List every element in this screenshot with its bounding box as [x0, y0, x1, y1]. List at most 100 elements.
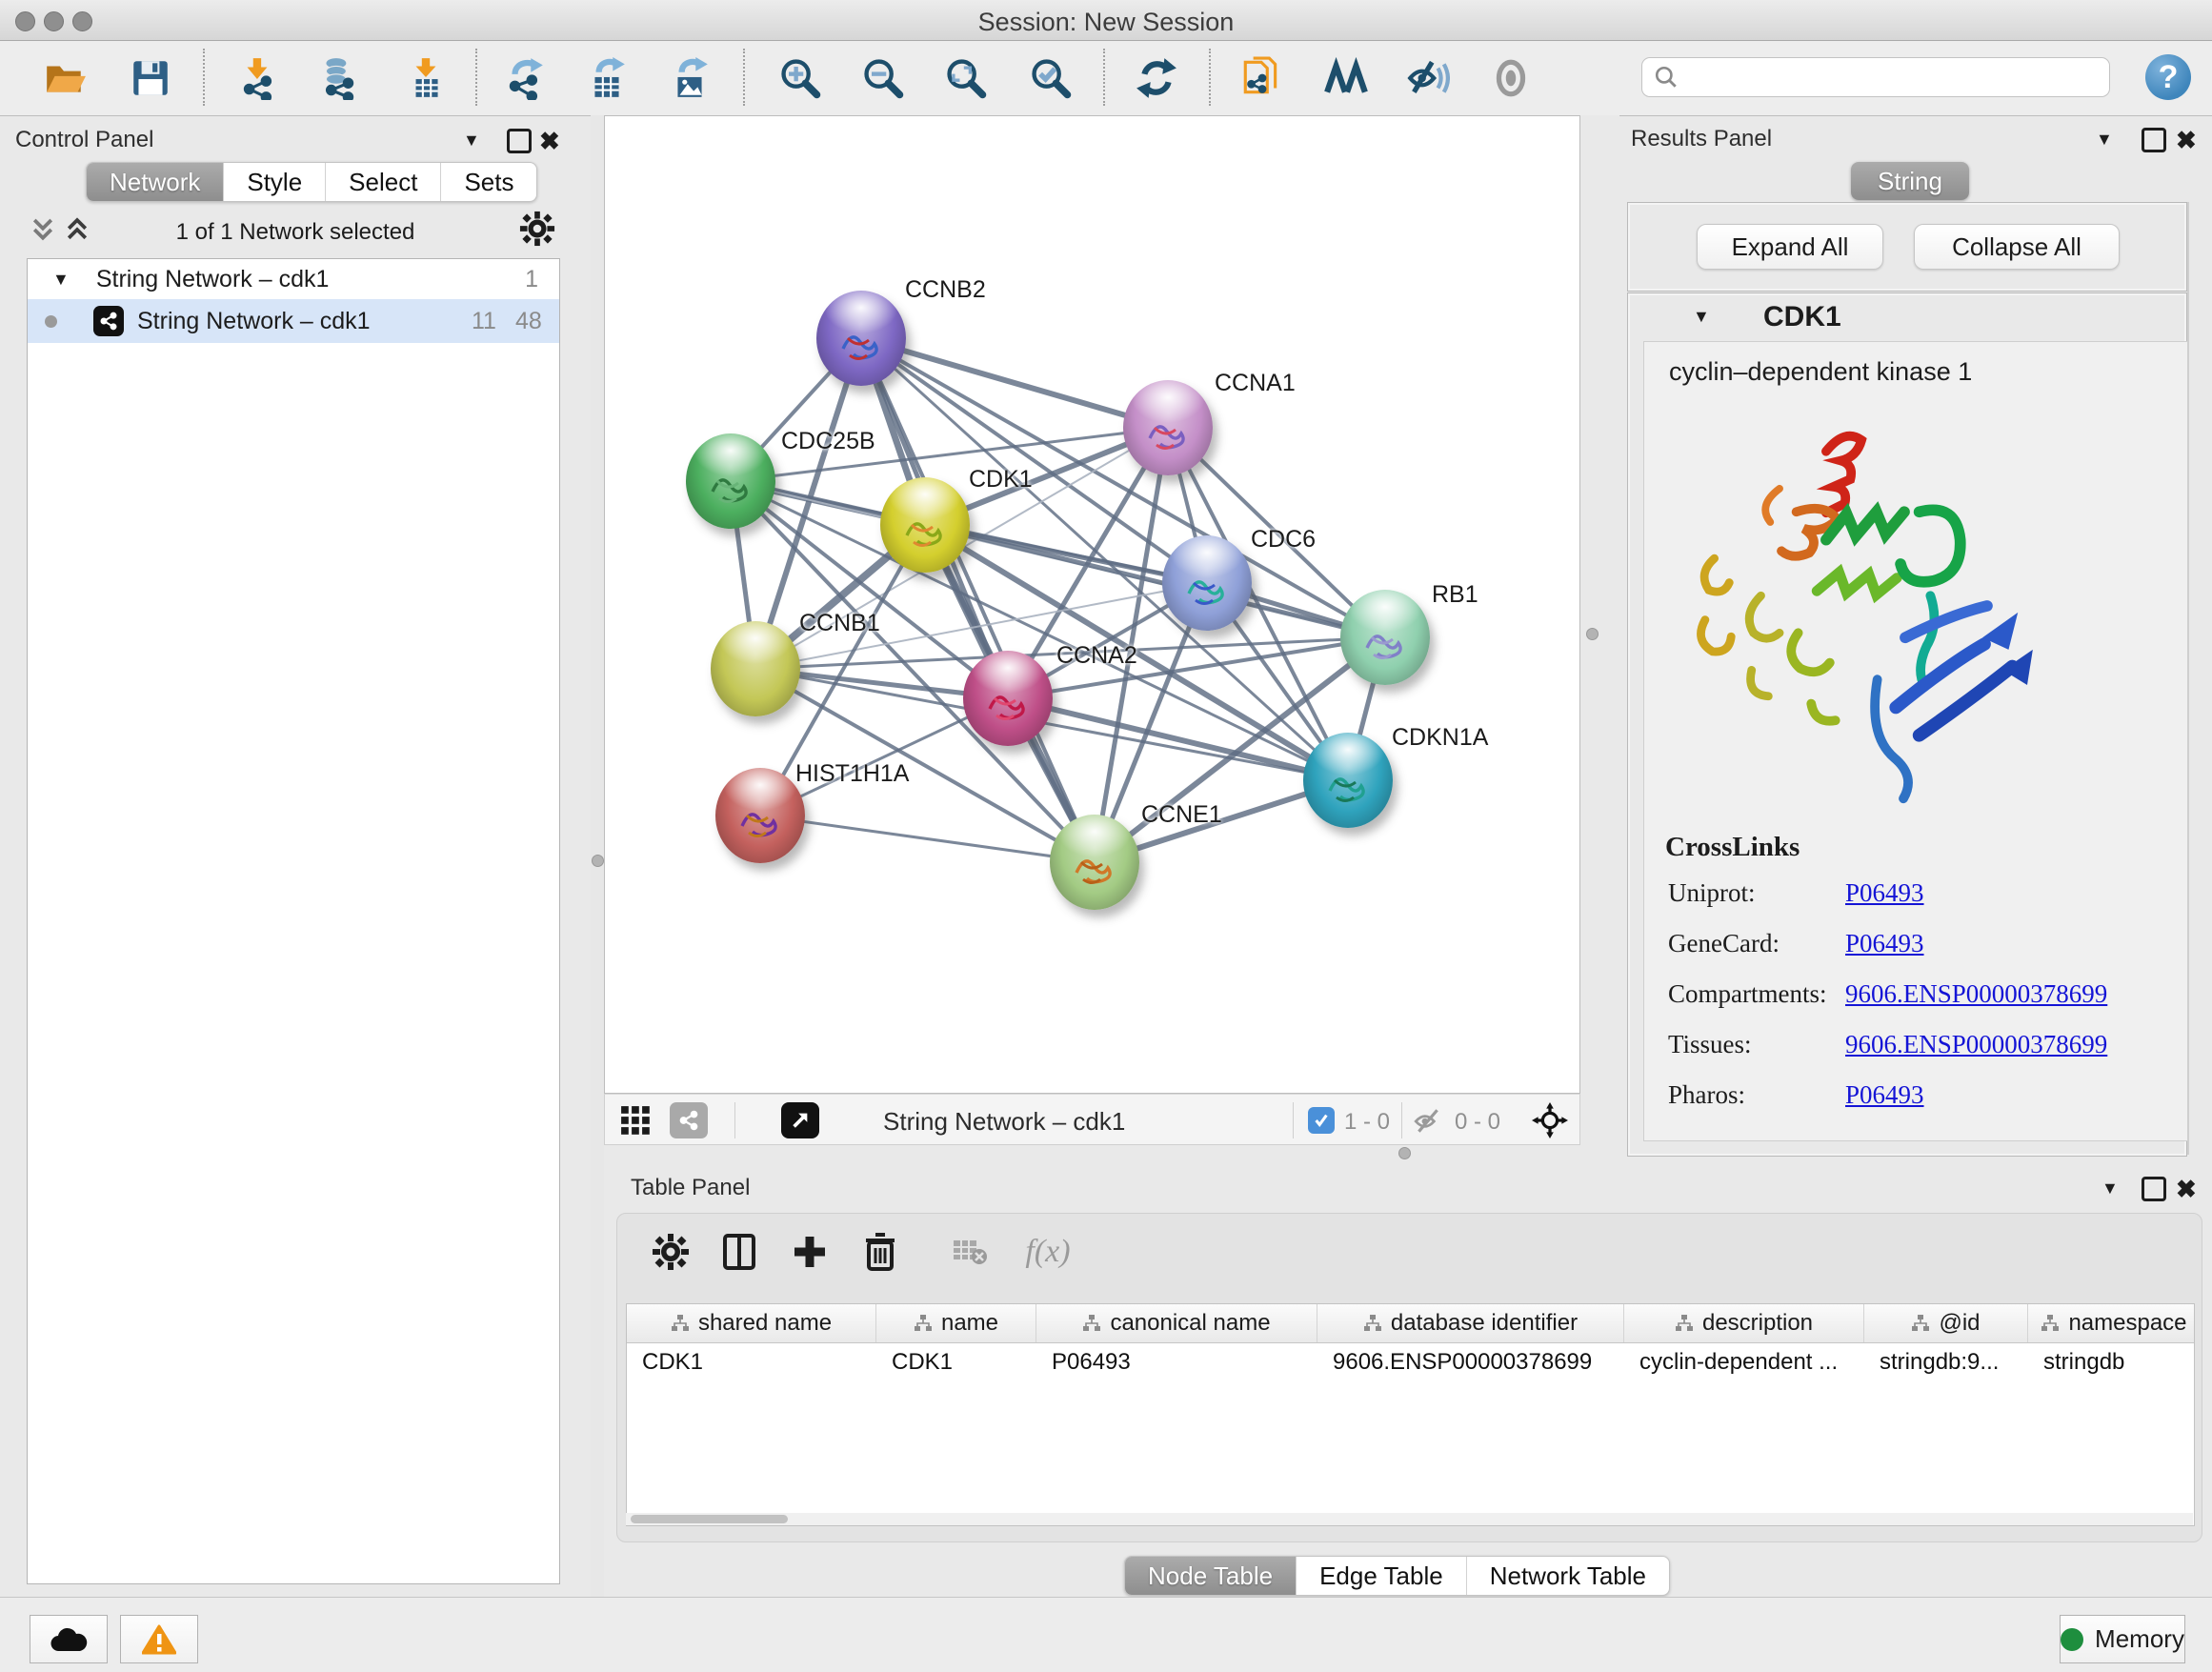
crosslink-link[interactable]: P06493 [1845, 878, 2187, 908]
create-column-plus-icon[interactable] [789, 1231, 831, 1273]
float-panel-icon[interactable]: ▼ [2101, 1178, 2119, 1199]
show-graphics-details-icon[interactable] [1486, 53, 1536, 103]
network-options-gear-icon[interactable] [519, 211, 555, 252]
column-header-name[interactable]: name [876, 1304, 1036, 1342]
column-header-description[interactable]: description [1624, 1304, 1864, 1342]
network-node-ccnb2[interactable] [816, 291, 906, 386]
export-image-icon[interactable] [665, 53, 714, 103]
network-node-cdkn1a[interactable] [1303, 733, 1393, 828]
table-horizontal-scrollbar[interactable] [626, 1513, 2193, 1525]
save-session-icon[interactable] [126, 53, 175, 103]
network-canvas[interactable]: CCNB2CCNA1CDC25BCDK1CDC6RB1CCNB1CCNA2CDK… [604, 115, 1580, 1094]
network-node-ccna2[interactable] [963, 651, 1053, 746]
memory-button[interactable]: Memory [2060, 1615, 2185, 1663]
table-settings-gear-icon[interactable] [650, 1231, 692, 1273]
network-node-ccnb1[interactable] [711, 621, 800, 716]
tab-select[interactable]: Select [326, 163, 441, 201]
grid-view-icon[interactable] [620, 1105, 652, 1141]
table-cell[interactable]: P06493 [1036, 1343, 1317, 1381]
cloud-status-button[interactable] [30, 1615, 108, 1663]
open-session-icon[interactable] [40, 53, 90, 103]
table-cell[interactable]: CDK1 [876, 1343, 1036, 1381]
tab-style[interactable]: Style [224, 163, 326, 201]
import-table-file-icon[interactable] [401, 53, 451, 103]
network-node-cdc25b[interactable] [686, 433, 775, 529]
tab-network-table[interactable]: Network Table [1467, 1557, 1669, 1595]
crosslink-link[interactable]: 9606.ENSP00000378699 [1845, 1030, 2187, 1059]
export-table-icon[interactable] [582, 53, 632, 103]
close-panel-icon[interactable]: ✖ [2176, 126, 2197, 155]
left-splitter[interactable] [591, 115, 604, 1597]
tab-node-table[interactable]: Node Table [1125, 1557, 1297, 1595]
tab-string[interactable]: String [1851, 162, 1969, 200]
crosslink-link[interactable]: 9606.ENSP00000378699 [1845, 979, 2187, 1009]
network-row-selected[interactable]: String Network – cdk1 11 48 [28, 299, 559, 343]
horizontal-splitter-handle[interactable] [1398, 1147, 1411, 1159]
undock-panel-icon[interactable] [507, 129, 532, 153]
table-cell[interactable]: stringdb [2028, 1343, 2195, 1381]
show-columns-icon[interactable] [718, 1231, 760, 1273]
tab-network[interactable]: Network [87, 163, 224, 201]
table-row[interactable]: CDK1CDK1P064939606.ENSP00000378699cyclin… [627, 1343, 2194, 1381]
table-cell[interactable]: 9606.ENSP00000378699 [1317, 1343, 1624, 1381]
import-network-file-icon[interactable] [233, 53, 283, 103]
right-splitter-handle[interactable] [1586, 628, 1599, 640]
network-node-ccne1[interactable] [1050, 815, 1139, 910]
column-header-namespace[interactable]: namespace [2028, 1304, 2195, 1342]
undock-panel-icon[interactable] [2142, 1177, 2166, 1201]
network-node-cdk1[interactable] [880, 477, 970, 573]
close-panel-icon[interactable]: ✖ [539, 127, 560, 156]
help-button[interactable]: ? [2145, 54, 2191, 100]
zoom-selected-icon[interactable] [1026, 53, 1076, 103]
scrollbar-thumb[interactable] [631, 1515, 788, 1523]
network-edge[interactable] [760, 816, 1095, 862]
delete-column-trash-icon[interactable] [859, 1231, 901, 1273]
expand-all-tree-icon[interactable] [63, 215, 91, 249]
network-node-ccna1[interactable] [1123, 380, 1213, 475]
network-edge[interactable] [925, 525, 1385, 637]
table-cell[interactable]: CDK1 [627, 1343, 876, 1381]
horizontal-splitter[interactable] [604, 1145, 1580, 1159]
export-network-icon[interactable] [500, 53, 550, 103]
column-header-database-identifier[interactable]: database identifier [1317, 1304, 1624, 1342]
hide-graphics-details-icon[interactable] [1403, 53, 1453, 103]
tab-edge-table[interactable]: Edge Table [1297, 1557, 1467, 1595]
crosslink-link[interactable]: P06493 [1845, 1080, 2187, 1110]
column-header-canonical-name[interactable]: canonical name [1036, 1304, 1317, 1342]
left-splitter-handle[interactable] [592, 855, 604, 867]
column-header-@id[interactable]: @id [1864, 1304, 2028, 1342]
results-scrollbar-gutter[interactable] [2187, 202, 2189, 1155]
network-node-cdc6[interactable] [1162, 535, 1252, 631]
hidden-eye-slash-icon[interactable] [1413, 1107, 1443, 1140]
crosslink-link[interactable]: P06493 [1845, 929, 2187, 958]
collapse-all-tree-icon[interactable] [29, 215, 57, 249]
zoom-fit-icon[interactable] [941, 53, 991, 103]
collapse-all-button[interactable]: Collapse All [1914, 224, 2120, 270]
open-in-window-icon[interactable] [781, 1102, 819, 1138]
table-cell[interactable]: stringdb:9... [1864, 1343, 2028, 1381]
zoom-out-icon[interactable] [858, 53, 908, 103]
collection-expander-icon[interactable]: ▼ [52, 270, 70, 290]
network-edge[interactable] [861, 338, 1168, 428]
search-input[interactable] [1679, 63, 2082, 91]
network-collection-row[interactable]: ▼ String Network – cdk1 1 [28, 259, 559, 299]
undock-panel-icon[interactable] [2142, 128, 2166, 152]
copy-network-icon[interactable] [1237, 53, 1286, 103]
search-box[interactable] [1641, 57, 2110, 97]
warning-status-button[interactable] [120, 1615, 198, 1663]
float-panel-icon[interactable]: ▼ [2096, 130, 2113, 150]
network-node-hist1h1a[interactable] [715, 768, 805, 863]
table-cell[interactable]: cyclin-dependent ... [1624, 1343, 1864, 1381]
right-splitter[interactable] [1580, 115, 1619, 1159]
close-panel-icon[interactable]: ✖ [2176, 1175, 2197, 1204]
column-header-shared-name[interactable]: shared name [627, 1304, 876, 1342]
fit-content-crosshair-icon[interactable] [1532, 1102, 1568, 1143]
birds-eye-view-icon[interactable] [1321, 53, 1371, 103]
expand-all-button[interactable]: Expand All [1697, 224, 1883, 270]
zoom-in-icon[interactable] [775, 53, 825, 103]
network-node-rb1[interactable] [1340, 590, 1430, 685]
float-panel-icon[interactable]: ▼ [463, 131, 480, 151]
network-share-view-icon[interactable] [670, 1102, 708, 1138]
refresh-icon[interactable] [1132, 53, 1181, 103]
tab-sets[interactable]: Sets [441, 163, 536, 201]
